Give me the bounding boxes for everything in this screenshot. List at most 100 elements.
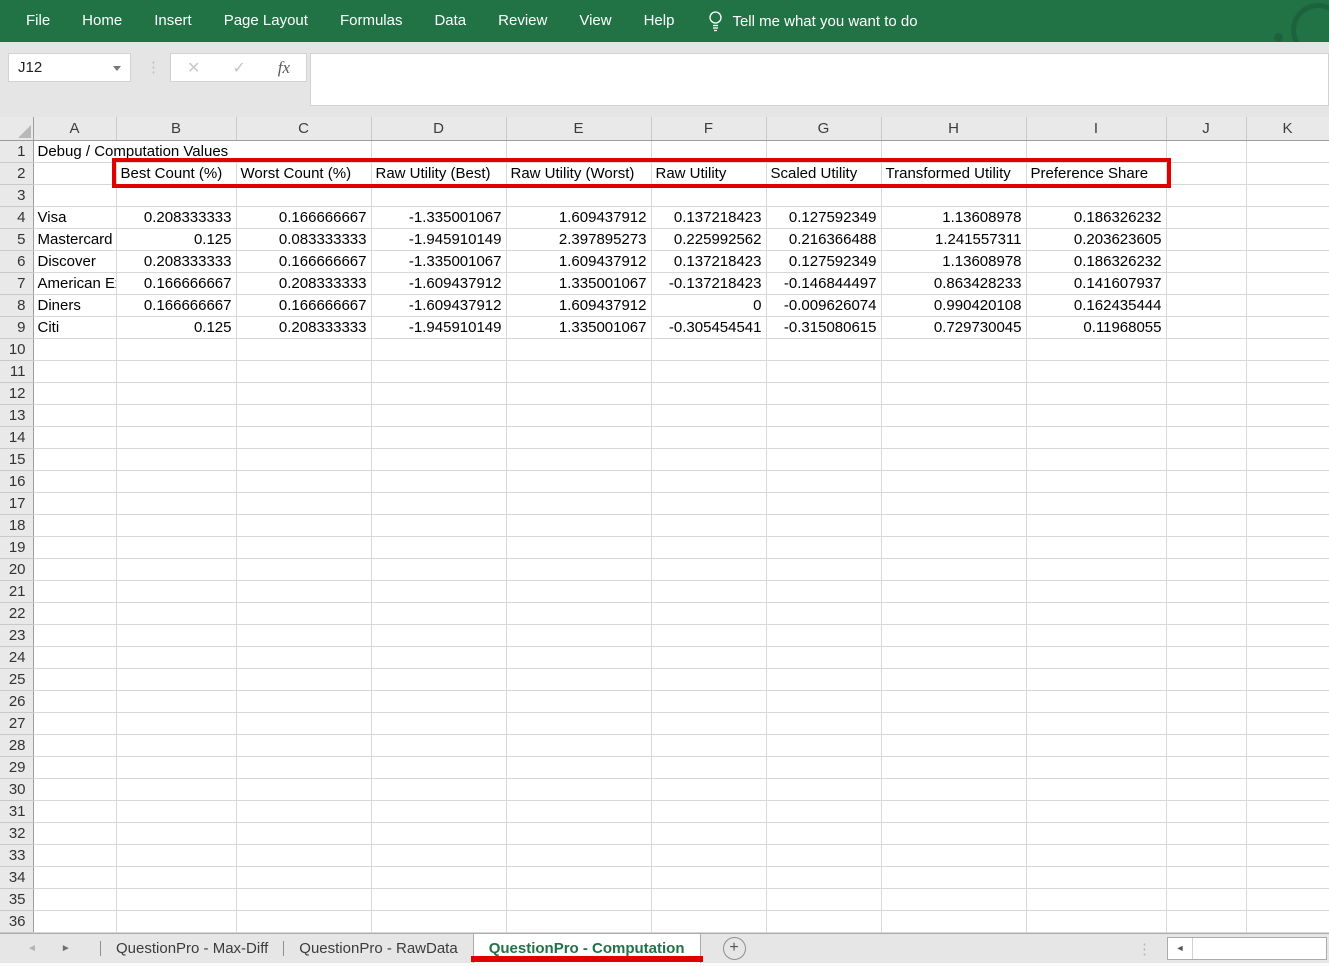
cell-H15[interactable] — [881, 448, 1026, 470]
cell-H23[interactable] — [881, 624, 1026, 646]
row-header-16[interactable]: 16 — [0, 470, 33, 492]
cell-H1[interactable] — [881, 140, 1026, 162]
cell-K6[interactable] — [1246, 250, 1329, 272]
cell-H11[interactable] — [881, 360, 1026, 382]
cell-E8[interactable]: 1.609437912 — [506, 294, 651, 316]
row-header-19[interactable]: 19 — [0, 536, 33, 558]
cell-H14[interactable] — [881, 426, 1026, 448]
cell-G2[interactable]: Scaled Utility — [766, 162, 881, 184]
cell-F29[interactable] — [651, 756, 766, 778]
cell-A22[interactable] — [33, 602, 116, 624]
cell-E4[interactable]: 1.609437912 — [506, 206, 651, 228]
cell-K18[interactable] — [1246, 514, 1329, 536]
cell-J33[interactable] — [1166, 844, 1246, 866]
cell-B34[interactable] — [116, 866, 236, 888]
cell-K8[interactable] — [1246, 294, 1329, 316]
cell-C9[interactable]: 0.208333333 — [236, 316, 371, 338]
cell-K14[interactable] — [1246, 426, 1329, 448]
row-header-29[interactable]: 29 — [0, 756, 33, 778]
cell-F15[interactable] — [651, 448, 766, 470]
cell-D1[interactable] — [371, 140, 506, 162]
cell-D8[interactable]: -1.609437912 — [371, 294, 506, 316]
cell-E31[interactable] — [506, 800, 651, 822]
cell-A26[interactable] — [33, 690, 116, 712]
column-header-I[interactable]: I — [1026, 117, 1166, 140]
cell-H34[interactable] — [881, 866, 1026, 888]
cell-H27[interactable] — [881, 712, 1026, 734]
cell-C35[interactable] — [236, 888, 371, 910]
cell-C27[interactable] — [236, 712, 371, 734]
cell-B26[interactable] — [116, 690, 236, 712]
cell-B24[interactable] — [116, 646, 236, 668]
cell-G6[interactable]: 0.127592349 — [766, 250, 881, 272]
scrollbar-track[interactable] — [1193, 938, 1326, 959]
cell-C11[interactable] — [236, 360, 371, 382]
cell-C19[interactable] — [236, 536, 371, 558]
cell-I32[interactable] — [1026, 822, 1166, 844]
cell-F31[interactable] — [651, 800, 766, 822]
row-header-18[interactable]: 18 — [0, 514, 33, 536]
cell-J6[interactable] — [1166, 250, 1246, 272]
cell-G19[interactable] — [766, 536, 881, 558]
cell-I26[interactable] — [1026, 690, 1166, 712]
cell-G3[interactable] — [766, 184, 881, 206]
cell-H16[interactable] — [881, 470, 1026, 492]
cell-F9[interactable]: -0.305454541 — [651, 316, 766, 338]
cell-B6[interactable]: 0.208333333 — [116, 250, 236, 272]
cell-G23[interactable] — [766, 624, 881, 646]
cell-I5[interactable]: 0.203623605 — [1026, 228, 1166, 250]
column-header-D[interactable]: D — [371, 117, 506, 140]
cell-C2[interactable]: Worst Count (%) — [236, 162, 371, 184]
cell-E36[interactable] — [506, 910, 651, 932]
insert-function-icon[interactable]: fx — [278, 58, 290, 78]
cell-F20[interactable] — [651, 558, 766, 580]
cell-I28[interactable] — [1026, 734, 1166, 756]
cell-B22[interactable] — [116, 602, 236, 624]
cell-G28[interactable] — [766, 734, 881, 756]
cell-G34[interactable] — [766, 866, 881, 888]
cell-C25[interactable] — [236, 668, 371, 690]
cell-E30[interactable] — [506, 778, 651, 800]
cell-G16[interactable] — [766, 470, 881, 492]
cell-E18[interactable] — [506, 514, 651, 536]
row-header-23[interactable]: 23 — [0, 624, 33, 646]
cell-F35[interactable] — [651, 888, 766, 910]
cell-J32[interactable] — [1166, 822, 1246, 844]
cell-G14[interactable] — [766, 426, 881, 448]
menu-file[interactable]: File — [10, 0, 66, 42]
cell-F4[interactable]: 0.137218423 — [651, 206, 766, 228]
cell-G22[interactable] — [766, 602, 881, 624]
cell-F17[interactable] — [651, 492, 766, 514]
cell-G10[interactable] — [766, 338, 881, 360]
cell-G18[interactable] — [766, 514, 881, 536]
cell-A15[interactable] — [33, 448, 116, 470]
row-header-9[interactable]: 9 — [0, 316, 33, 338]
row-header-12[interactable]: 12 — [0, 382, 33, 404]
cell-A36[interactable] — [33, 910, 116, 932]
cell-F22[interactable] — [651, 602, 766, 624]
cell-C18[interactable] — [236, 514, 371, 536]
cell-A7[interactable]: American Express — [33, 272, 116, 294]
cell-H8[interactable]: 0.990420108 — [881, 294, 1026, 316]
menu-review[interactable]: Review — [482, 0, 563, 42]
cell-C34[interactable] — [236, 866, 371, 888]
cell-C29[interactable] — [236, 756, 371, 778]
cell-E16[interactable] — [506, 470, 651, 492]
cell-B5[interactable]: 0.125 — [116, 228, 236, 250]
menu-formulas[interactable]: Formulas — [324, 0, 419, 42]
cell-E7[interactable]: 1.335001067 — [506, 272, 651, 294]
row-header-5[interactable]: 5 — [0, 228, 33, 250]
cell-E19[interactable] — [506, 536, 651, 558]
select-all-corner[interactable] — [0, 117, 33, 140]
cell-A23[interactable] — [33, 624, 116, 646]
cell-K24[interactable] — [1246, 646, 1329, 668]
row-header-4[interactable]: 4 — [0, 206, 33, 228]
cell-A10[interactable] — [33, 338, 116, 360]
cell-E35[interactable] — [506, 888, 651, 910]
row-header-34[interactable]: 34 — [0, 866, 33, 888]
cell-C10[interactable] — [236, 338, 371, 360]
cell-J11[interactable] — [1166, 360, 1246, 382]
cell-J35[interactable] — [1166, 888, 1246, 910]
cell-D34[interactable] — [371, 866, 506, 888]
cell-I12[interactable] — [1026, 382, 1166, 404]
